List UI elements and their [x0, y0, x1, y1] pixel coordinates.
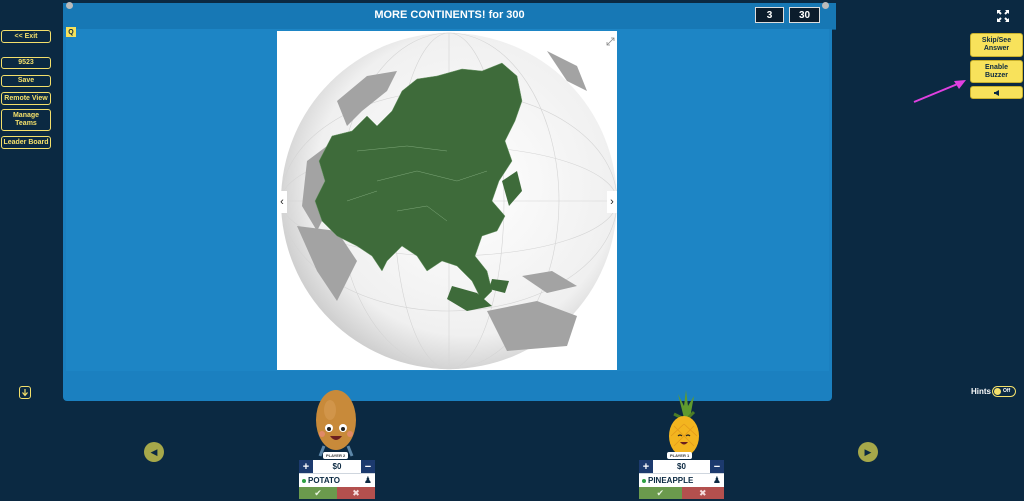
- manage-teams-button[interactable]: Manage Teams: [1, 109, 51, 131]
- online-dot-icon: [642, 478, 646, 483]
- leader-board-button[interactable]: Leader Board: [1, 136, 51, 149]
- team-icon[interactable]: ♟: [364, 475, 375, 486]
- player-badge: PLAYER 2: [323, 452, 349, 459]
- hints-toggle-knob: [994, 388, 1001, 395]
- question-header: MORE CONTINENTS! for 300 3 30: [63, 3, 836, 30]
- mark-correct-button[interactable]: ✔: [299, 487, 337, 499]
- prev-image-button[interactable]: ‹: [277, 191, 287, 213]
- add-points-button[interactable]: +: [299, 460, 313, 473]
- next-image-button[interactable]: ›: [607, 191, 617, 213]
- question-badge: Q: [66, 27, 76, 37]
- save-button[interactable]: Save: [1, 75, 51, 87]
- expand-icon[interactable]: [606, 33, 615, 46]
- mark-wrong-button[interactable]: ✖: [681, 487, 724, 499]
- remote-view-button[interactable]: Remote View: [1, 92, 51, 105]
- hints-label: Hints: [971, 387, 991, 396]
- pin-icon: [66, 2, 73, 9]
- pineapple-avatar: [669, 390, 699, 456]
- sound-button[interactable]: [970, 86, 1023, 99]
- score-right: 30: [789, 7, 820, 23]
- player-card-pineapple: PLAYER 1 + $0 − PINEAPPLE ♟ ✔ ✖: [639, 452, 724, 499]
- scroll-down-icon[interactable]: [19, 386, 31, 399]
- mark-correct-button[interactable]: ✔: [639, 487, 682, 499]
- add-points-button[interactable]: +: [639, 460, 653, 473]
- fullscreen-icon[interactable]: [997, 9, 1009, 22]
- player-name: POTATO: [308, 476, 340, 485]
- enable-buzzer-button[interactable]: Enable Buzzer: [970, 60, 1023, 83]
- mark-wrong-button[interactable]: ✖: [337, 487, 375, 499]
- player-name: PINEAPPLE: [648, 476, 694, 485]
- question-title: MORE CONTINENTS! for 300: [374, 9, 525, 21]
- next-page-button[interactable]: ▶: [858, 442, 878, 462]
- team-icon[interactable]: ♟: [713, 475, 724, 486]
- speaker-icon: [993, 89, 999, 96]
- game-code: 9523: [1, 57, 51, 69]
- hints-toggle[interactable]: Off: [992, 386, 1016, 397]
- question-image: [277, 31, 617, 370]
- subtract-points-button[interactable]: −: [361, 460, 375, 473]
- prev-page-button[interactable]: ◀: [144, 442, 164, 462]
- subtract-points-button[interactable]: −: [710, 460, 724, 473]
- skip-see-answer-button[interactable]: Skip/See Answer: [970, 33, 1023, 57]
- pin-icon: [822, 2, 829, 9]
- player-badge: PLAYER 1: [667, 452, 693, 459]
- hints-toggle-state: Off: [1003, 388, 1011, 394]
- online-dot-icon: [302, 478, 306, 483]
- potato-avatar: [316, 390, 356, 457]
- player-money: $0: [332, 462, 342, 471]
- player-card-potato: PLAYER 2 + $0 − POTATO ♟ ✔ ✖: [299, 452, 375, 499]
- score-left: 3: [755, 7, 784, 23]
- exit-button[interactable]: << Exit: [1, 30, 51, 43]
- annotation-arrow: [913, 80, 966, 103]
- player-money: $0: [677, 462, 686, 471]
